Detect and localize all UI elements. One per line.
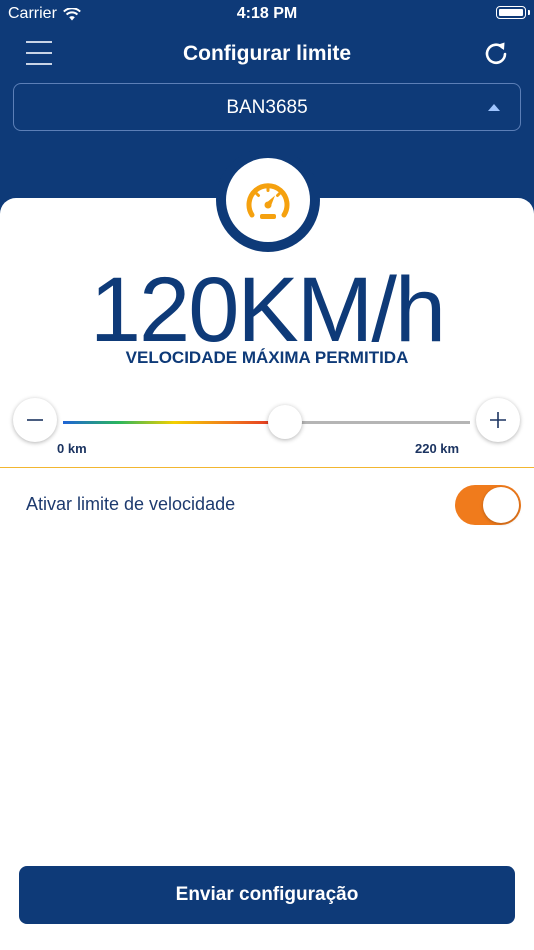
gauge-badge [216,148,320,252]
toggle-knob [483,487,519,523]
slider-max-label: 220 km [415,441,460,456]
page-title: Configurar limite [182,42,351,65]
caret-up-icon [488,104,500,111]
nav-bar: Configurar limite [0,30,534,80]
submit-config-button[interactable]: Enviar configuração [19,866,515,924]
status-time: 4:18 PM [236,5,298,22]
vehicle-selector[interactable]: BAN3685 [13,83,521,131]
slider-thumb[interactable] [268,405,302,439]
battery-icon [496,6,530,19]
speed-slider[interactable] [63,405,470,439]
vehicle-plate: BAN3685 [226,97,308,118]
minus-icon [27,419,43,421]
speed-limit-value: 120KM/h [89,259,446,361]
speed-limit-toggle[interactable] [455,485,521,525]
increment-button[interactable] [476,398,520,442]
decrement-button[interactable] [13,398,57,442]
speed-limit-toggle-label: Ativar limite de velocidade [26,494,236,514]
slider-fill [63,421,285,424]
plus-icon [490,412,506,428]
slider-min-label: 0 km [57,441,87,456]
speed-limit-caption: VELOCIDADE MÁXIMA PERMITIDA [125,348,409,367]
status-bar: Carrier 4:18 PM [0,0,534,28]
divider [0,467,534,468]
speedometer-icon [246,183,290,219]
refresh-icon[interactable] [482,40,510,68]
